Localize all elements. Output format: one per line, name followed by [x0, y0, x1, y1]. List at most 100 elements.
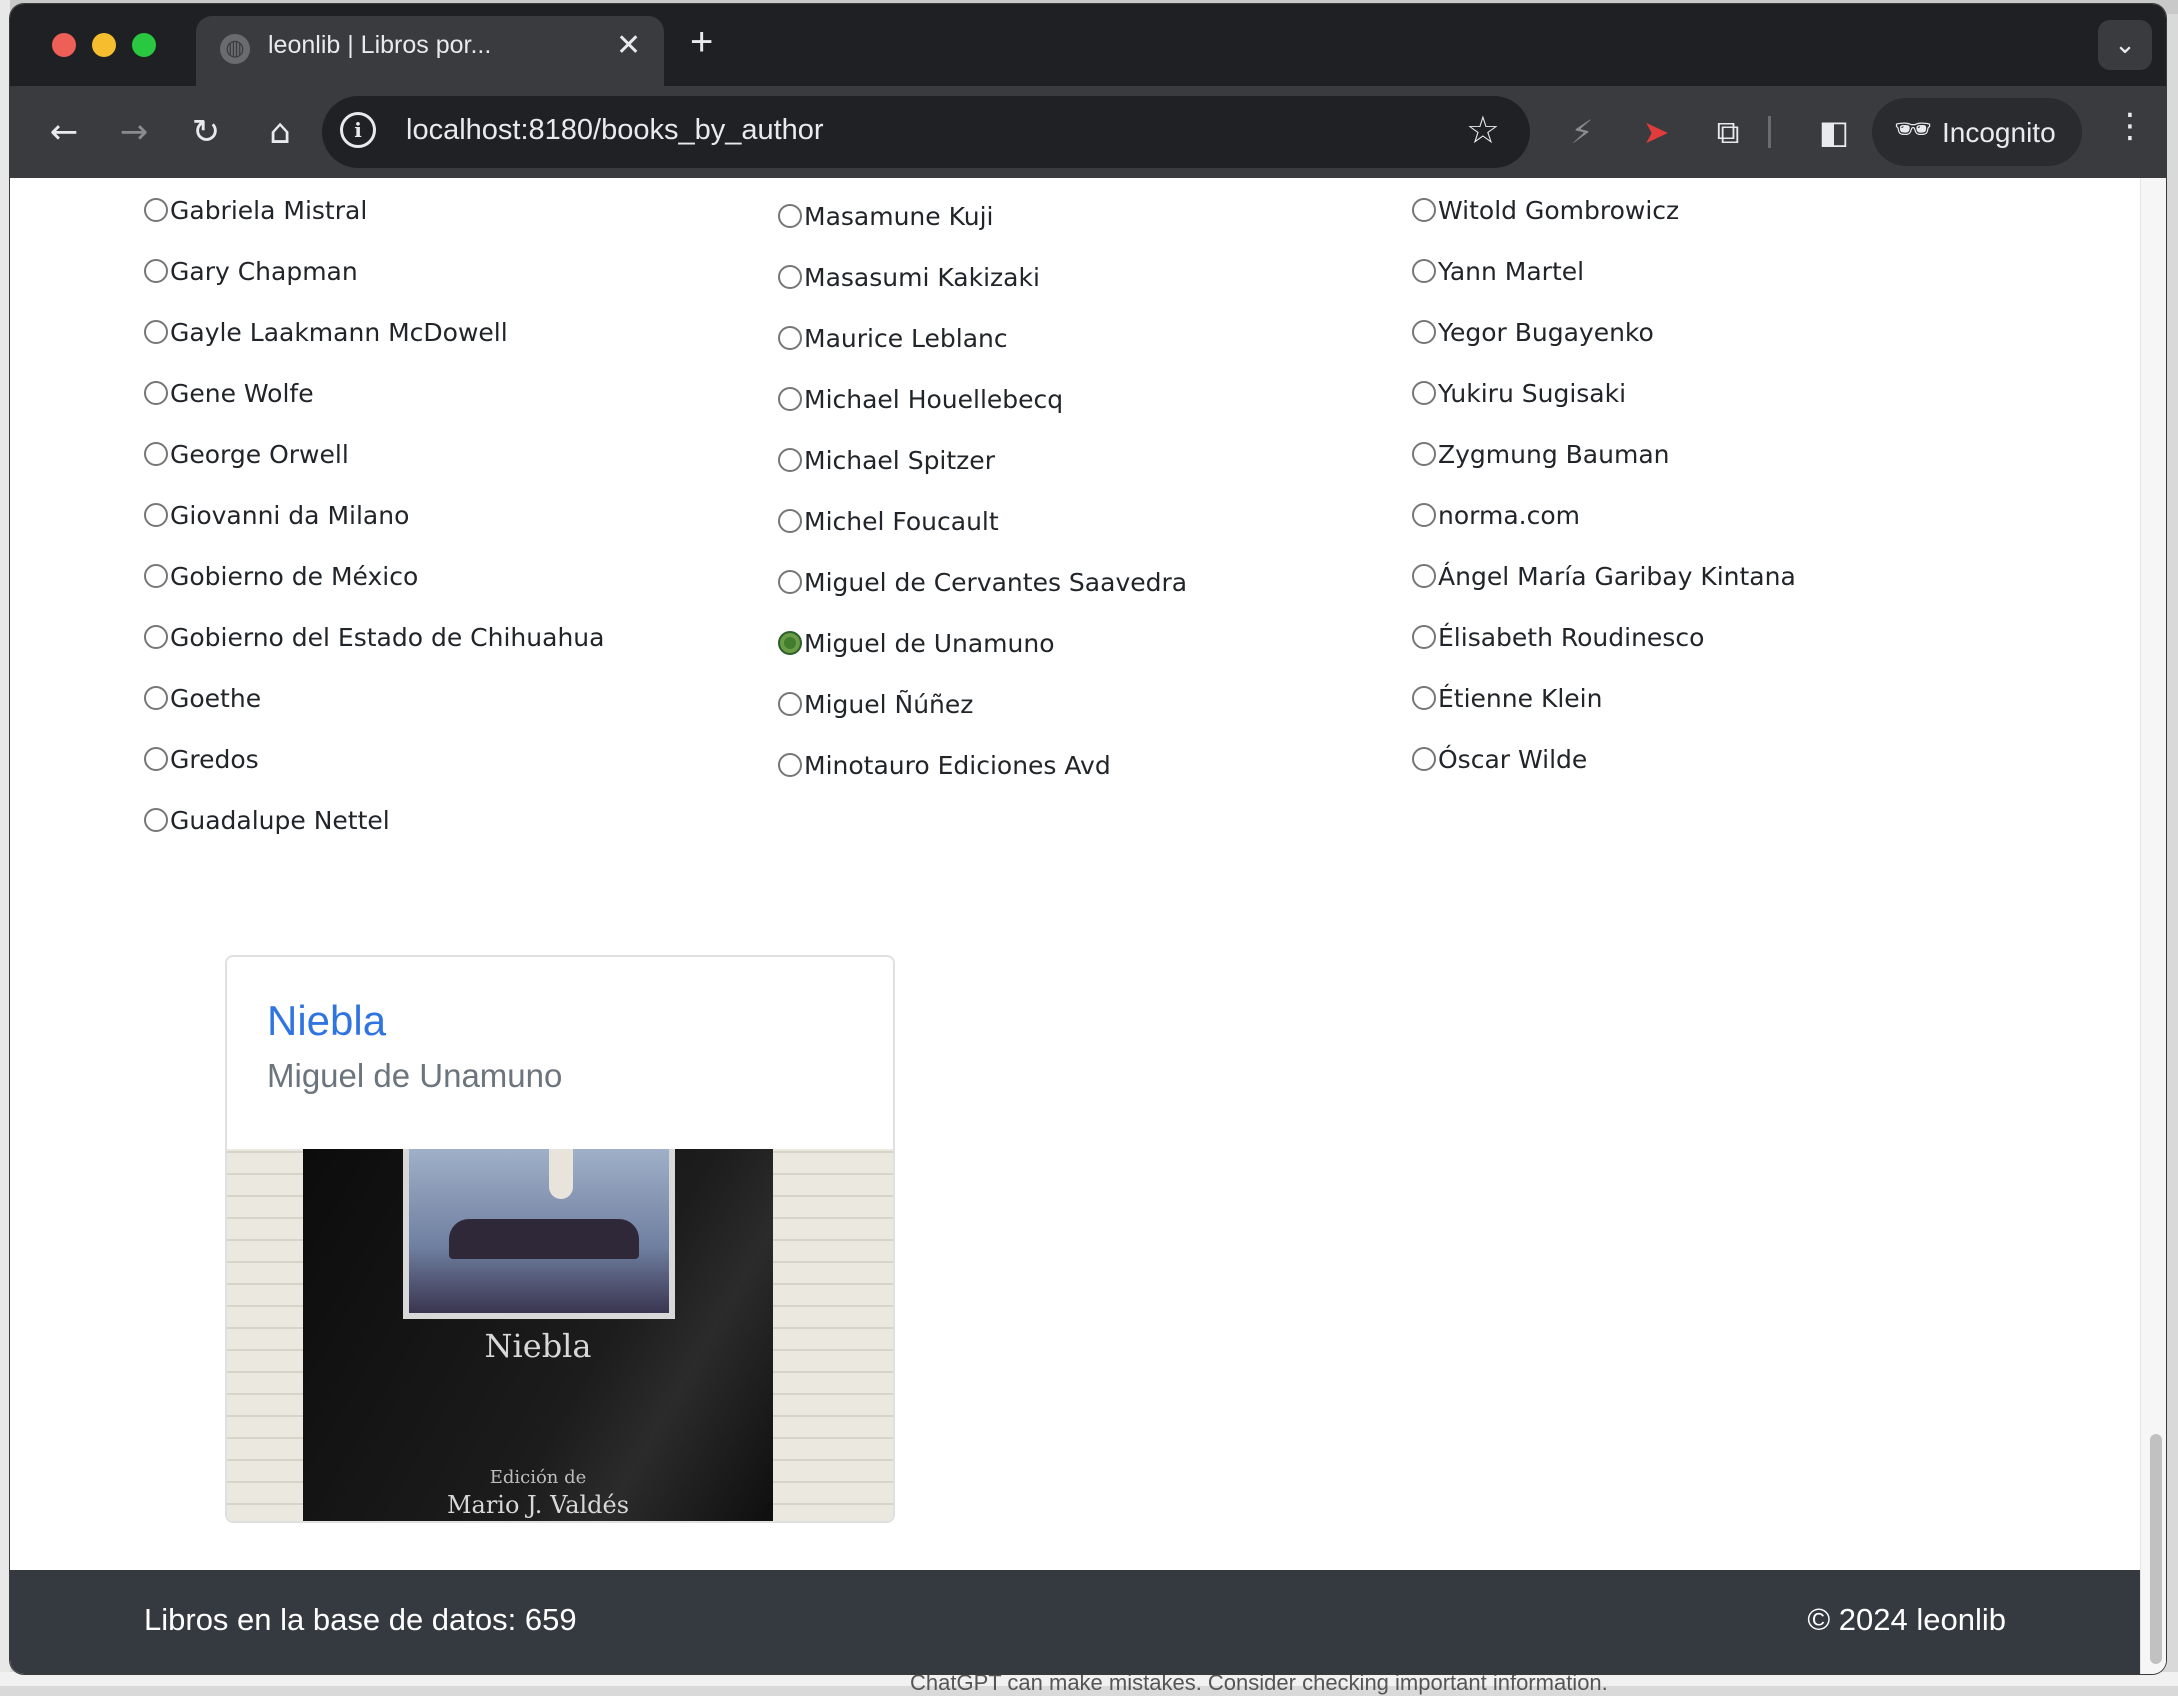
reload-icon[interactable]: ↻ [180, 106, 232, 158]
author-radio[interactable] [778, 387, 802, 411]
author-radio[interactable] [778, 509, 802, 533]
incognito-label: Incognito [1942, 117, 2056, 148]
author-label[interactable]: Giovanni da Milano [170, 501, 409, 530]
author-radio[interactable] [144, 198, 168, 222]
minimize-window-button[interactable] [92, 33, 116, 57]
author-radio[interactable] [1412, 259, 1436, 283]
cover-figure [549, 1149, 573, 1199]
author-label[interactable]: Michael Houellebecq [804, 385, 1063, 414]
forward-arrow-icon[interactable]: → [108, 106, 160, 158]
author-label[interactable]: norma.com [1438, 501, 1580, 530]
author-label[interactable]: Miguel Ñúñez [804, 690, 973, 719]
author-label[interactable]: Gredos [170, 745, 259, 774]
author-label[interactable]: Gary Chapman [170, 257, 358, 286]
browser-toolbar: ← → ↻ ⌂ i localhost:8180/books_by_author… [10, 86, 2166, 178]
copyright-text: © 2024 leonlib [1807, 1602, 2006, 1637]
book-title-link[interactable]: Niebla [267, 997, 386, 1045]
author-label[interactable]: Witold Gombrowicz [1438, 196, 1679, 225]
site-info-icon[interactable]: i [340, 112, 376, 148]
author-label[interactable]: George Orwell [170, 440, 349, 469]
book-cover-photo: Niebla Edición de Mario J. Valdés [303, 1149, 773, 1521]
author-label[interactable]: Óscar Wilde [1438, 745, 1587, 774]
author-radio[interactable] [1412, 320, 1436, 344]
close-window-button[interactable] [52, 33, 76, 57]
author-radio[interactable] [778, 692, 802, 716]
page-content: Gabriela Mistral Gary Chapman Gayle Laakma… [10, 178, 2166, 1674]
extension-red-icon[interactable]: ➤ [1632, 108, 1680, 156]
url-text[interactable]: localhost:8180/books_by_author [406, 114, 824, 147]
author-label[interactable]: Miguel de Cervantes Saavedra [804, 568, 1187, 597]
author-radio[interactable] [144, 625, 168, 649]
extensions-puzzle-icon[interactable]: ⧉ [1704, 108, 1752, 156]
author-label[interactable]: Gene Wolfe [170, 379, 314, 408]
toolbar-divider [1768, 116, 1771, 148]
author-label[interactable]: Goethe [170, 684, 261, 713]
author-label[interactable]: Michael Spitzer [804, 446, 995, 475]
author-radio[interactable] [1412, 564, 1436, 588]
author-radio[interactable] [1412, 381, 1436, 405]
author-label[interactable]: Gayle Laakmann McDowell [170, 318, 508, 347]
author-radio[interactable] [144, 320, 168, 344]
author-radio[interactable] [1412, 503, 1436, 527]
author-radio[interactable] [778, 448, 802, 472]
author-label[interactable]: Masasumi Kakizaki [804, 263, 1040, 292]
more-menu-icon[interactable]: ⋮ [2110, 106, 2150, 146]
bookmark-star-icon[interactable]: ☆ [1466, 108, 1500, 152]
author-radio[interactable] [144, 503, 168, 527]
extension-bolt-icon[interactable]: ⚡ [1558, 108, 1606, 156]
author-label[interactable]: Gabriela Mistral [170, 196, 367, 225]
back-arrow-icon[interactable]: ← [38, 106, 90, 158]
author-radio[interactable] [144, 259, 168, 283]
author-label[interactable]: Étienne Klein [1438, 684, 1602, 713]
author-label[interactable]: Maurice Leblanc [804, 324, 1008, 353]
tab-close-icon[interactable]: ✕ [616, 28, 641, 63]
side-panel-icon[interactable]: ◧ [1810, 108, 1858, 156]
author-radio[interactable] [1412, 442, 1436, 466]
author-radio[interactable] [144, 564, 168, 588]
author-radio[interactable] [144, 808, 168, 832]
incognito-profile-button[interactable]: 🕶 Incognito [1872, 98, 2082, 166]
cover-table [449, 1219, 639, 1259]
author-label[interactable]: Masamune Kuji [804, 202, 994, 231]
author-radio[interactable] [778, 631, 802, 655]
author-radio[interactable] [778, 204, 802, 228]
author-label[interactable]: Élisabeth Roudinesco [1438, 623, 1704, 652]
cover-edition-text: Edición de [489, 1467, 587, 1488]
browser-window: ◍ leonlib | Libros por... ✕ + ⌄ ← → ↻ ⌂ … [10, 4, 2166, 1674]
author-label[interactable]: Minotauro Ediciones Avd [804, 751, 1111, 780]
author-radio[interactable] [1412, 198, 1436, 222]
home-icon[interactable]: ⌂ [254, 106, 306, 158]
author-radio[interactable] [144, 442, 168, 466]
author-label[interactable]: Yegor Bugayenko [1438, 318, 1654, 347]
author-radio[interactable] [144, 686, 168, 710]
author-radio[interactable] [144, 381, 168, 405]
author-label[interactable]: Michel Foucault [804, 507, 999, 536]
author-label[interactable]: Gobierno de México [170, 562, 418, 591]
author-radio[interactable] [778, 326, 802, 350]
globe-icon: ◍ [220, 34, 250, 64]
active-tab[interactable]: ◍ leonlib | Libros por... ✕ [196, 16, 664, 86]
tab-bar: ◍ leonlib | Libros por... ✕ + ⌄ [10, 4, 2166, 86]
author-radio[interactable] [778, 265, 802, 289]
author-label[interactable]: Ángel María Garibay Kintana [1438, 562, 1796, 591]
author-label[interactable]: Zygmung Bauman [1438, 440, 1669, 469]
author-radio[interactable] [1412, 625, 1436, 649]
book-cover-image: Niebla Edición de Mario J. Valdés [227, 1149, 893, 1521]
author-label[interactable]: Yukiru Sugisaki [1438, 379, 1626, 408]
author-radio[interactable] [778, 570, 802, 594]
tab-search-chevron-icon[interactable]: ⌄ [2098, 20, 2152, 70]
author-radio[interactable] [1412, 686, 1436, 710]
author-label[interactable]: Yann Martel [1438, 257, 1584, 286]
zoom-window-button[interactable] [132, 33, 156, 57]
author-radio[interactable] [144, 747, 168, 771]
author-label[interactable]: Gobierno del Estado de Chihuahua [170, 623, 604, 652]
author-label[interactable]: Miguel de Unamuno [804, 629, 1055, 658]
new-tab-button[interactable]: + [690, 20, 713, 65]
book-author: Miguel de Unamuno [267, 1057, 563, 1094]
book-card: Niebla Miguel de Unamuno Niebla Edición … [225, 955, 895, 1523]
author-radio[interactable] [778, 753, 802, 777]
author-label[interactable]: Guadalupe Nettel [170, 806, 390, 835]
author-radio[interactable] [1412, 747, 1436, 771]
scrollbar-thumb[interactable] [2150, 1434, 2162, 1664]
address-bar[interactable]: i localhost:8180/books_by_author ☆ [322, 96, 1530, 168]
